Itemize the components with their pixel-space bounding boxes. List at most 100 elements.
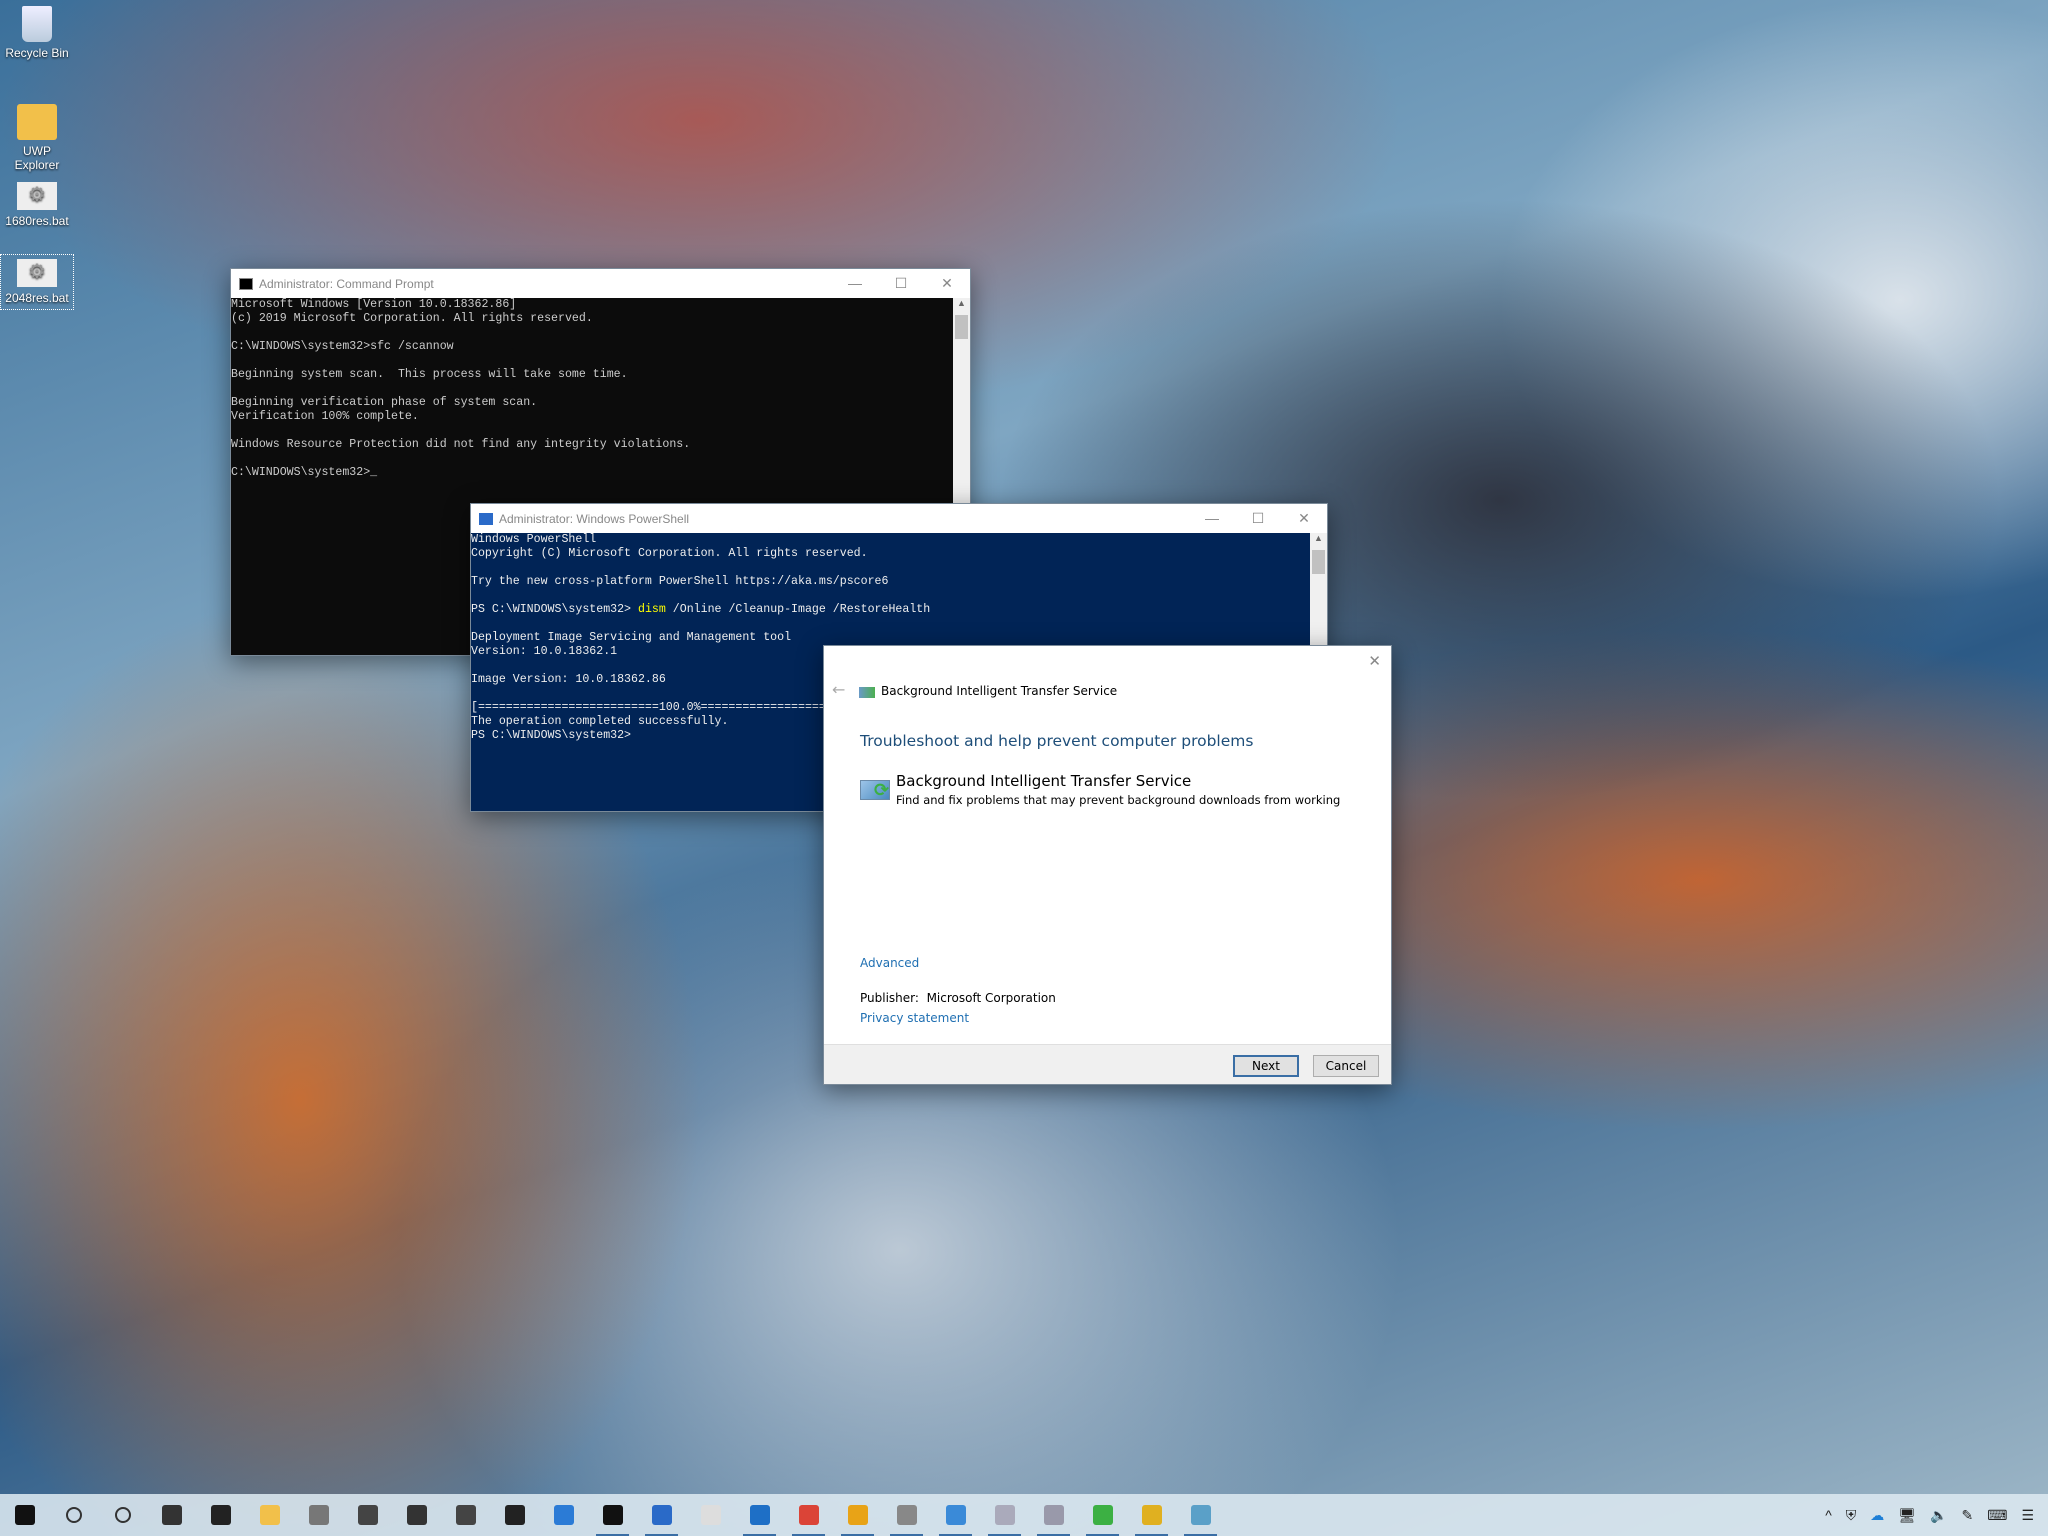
taskbar-store-button[interactable]: [196, 1494, 245, 1536]
taskbar-phone-button[interactable]: [343, 1494, 392, 1536]
maximize-button[interactable]: ☐: [878, 275, 924, 292]
console-line: Verification 100% complete.: [231, 410, 953, 424]
console-line: [471, 617, 1310, 631]
taskbar-defender-button[interactable]: [490, 1494, 539, 1536]
keyboard-icon[interactable]: ⌨: [1987, 1507, 2007, 1524]
app-blue-icon: [750, 1505, 770, 1525]
close-button[interactable]: ✕: [1281, 510, 1327, 527]
folder-icon: [17, 104, 57, 140]
taskbar-remote-desktop-button[interactable]: [931, 1494, 980, 1536]
image-viewer-icon: [995, 1505, 1015, 1525]
todo-icon: [554, 1505, 574, 1525]
console-line: Windows PowerShell: [471, 533, 1310, 547]
advanced-link[interactable]: Advanced: [860, 956, 919, 970]
desktop-icon-recycle-bin[interactable]: Recycle Bin: [0, 6, 74, 60]
console-line: Beginning system scan. This process will…: [231, 368, 953, 382]
taskbar-powershell-button[interactable]: [637, 1494, 686, 1536]
taskbar-troubleshooter-button[interactable]: [1176, 1494, 1225, 1536]
taskbar-app-blue-button[interactable]: [735, 1494, 784, 1536]
recycle-bin-icon: [22, 6, 52, 42]
chrome-icon: [799, 1505, 819, 1525]
privacy-statement-link[interactable]: Privacy statement: [860, 1011, 969, 1025]
volume-icon[interactable]: 🔈: [1930, 1507, 1947, 1524]
minimize-button[interactable]: —: [832, 275, 878, 292]
console-line: Microsoft Windows [Version 10.0.18362.86…: [231, 298, 953, 312]
console-line: [231, 452, 953, 466]
console-line: [471, 561, 1310, 575]
pen-icon[interactable]: ✎: [1961, 1507, 1973, 1524]
page-heading: Troubleshoot and help prevent computer p…: [860, 732, 1253, 750]
cmd-icon: [603, 1505, 623, 1525]
show-hidden-icons-chevron-icon[interactable]: ^: [1825, 1507, 1832, 1523]
snipping-icon: [897, 1505, 917, 1525]
file-explorer-icon: [260, 1505, 280, 1525]
taskbar-windows-start-button[interactable]: [0, 1494, 49, 1536]
camera-icon: [309, 1505, 329, 1525]
defender-tray-icon[interactable]: ⛨: [1846, 1507, 1857, 1524]
network-icon[interactable]: 🖥: [1898, 1507, 1916, 1524]
console-line: [231, 382, 953, 396]
taskbar-settings-button[interactable]: [441, 1494, 490, 1536]
batch-file-icon: ⚙: [17, 182, 57, 210]
close-button[interactable]: ✕: [924, 275, 970, 292]
action-center-icon[interactable]: ☰: [2021, 1507, 2034, 1524]
store-icon: [211, 1505, 231, 1525]
taskbar-search-button[interactable]: [49, 1494, 98, 1536]
next-button[interactable]: Next: [1233, 1055, 1299, 1077]
taskbar-clock-button[interactable]: [686, 1494, 735, 1536]
taskbar-chrome-button[interactable]: [784, 1494, 833, 1536]
desktop-icon-uwp-explorer[interactable]: UWP Explorer: [0, 104, 74, 172]
console-line: [231, 354, 953, 368]
desktop-icon-2048res[interactable]: ⚙2048res.bat: [0, 254, 74, 310]
console-line: Try the new cross-platform PowerShell ht…: [471, 575, 1310, 589]
cortana-icon: [115, 1507, 131, 1523]
cancel-button[interactable]: Cancel: [1313, 1055, 1379, 1077]
powershell-icon: [479, 513, 493, 525]
chrome-canary-icon: [848, 1505, 868, 1525]
taskbar: ^ ⛨ ☁ 🖥 🔈 ✎ ⌨ ☰: [0, 1494, 2048, 1536]
bits-icon: [859, 687, 875, 698]
console-line: [231, 424, 953, 438]
taskbar-image-viewer-button[interactable]: [980, 1494, 1029, 1536]
taskbar-cmd-button[interactable]: [588, 1494, 637, 1536]
ie-green-icon: [1093, 1505, 1113, 1525]
windows-start-icon: [15, 1505, 35, 1525]
onedrive-icon[interactable]: ☁: [1870, 1507, 1884, 1524]
taskbar-task-view-button[interactable]: [147, 1494, 196, 1536]
taskbar-services-button[interactable]: [1029, 1494, 1078, 1536]
clock-icon: [701, 1505, 721, 1525]
taskbar-cortana-button[interactable]: [98, 1494, 147, 1536]
remote-desktop-icon: [946, 1505, 966, 1525]
taskbar-file-explorer-button[interactable]: [245, 1494, 294, 1536]
powershell-icon: [652, 1505, 672, 1525]
dialog-footer: Next Cancel: [824, 1044, 1391, 1084]
search-icon: [66, 1507, 82, 1523]
troubleshooter-dialog[interactable]: ✕ ← Background Intelligent Transfer Serv…: [823, 645, 1392, 1085]
taskbar-ie-yellow-button[interactable]: [1127, 1494, 1176, 1536]
title-bar[interactable]: Administrator: Command Prompt —☐✕: [231, 269, 970, 298]
ie-yellow-icon: [1142, 1505, 1162, 1525]
console-line: Copyright (C) Microsoft Corporation. All…: [471, 547, 1310, 561]
system-tray: ^ ⛨ ☁ 🖥 🔈 ✎ ⌨ ☰: [1825, 1507, 2048, 1524]
settings-icon: [456, 1505, 476, 1525]
taskbar-chrome-canary-button[interactable]: [833, 1494, 882, 1536]
console-line: [231, 326, 953, 340]
back-arrow-icon[interactable]: ←: [832, 680, 845, 699]
console-line: Deployment Image Servicing and Managemen…: [471, 631, 1310, 645]
taskbar-ie-green-button[interactable]: [1078, 1494, 1127, 1536]
console-line: (c) 2019 Microsoft Corporation. All righ…: [231, 312, 953, 326]
taskbar-todo-button[interactable]: [539, 1494, 588, 1536]
sync-arrows-icon: ⟳: [874, 780, 889, 801]
title-bar[interactable]: Administrator: Windows PowerShell —☐✕: [471, 504, 1327, 533]
taskbar-photos-button[interactable]: [392, 1494, 441, 1536]
desktop-icon-1680res[interactable]: ⚙1680res.bat: [0, 182, 74, 228]
phone-icon: [358, 1505, 378, 1525]
minimize-button[interactable]: —: [1189, 510, 1235, 527]
services-icon: [1044, 1505, 1064, 1525]
cmd-icon: [239, 278, 253, 290]
maximize-button[interactable]: ☐: [1235, 510, 1281, 527]
taskbar-camera-button[interactable]: [294, 1494, 343, 1536]
console-line: Windows Resource Protection did not find…: [231, 438, 953, 452]
close-button[interactable]: ✕: [1368, 652, 1381, 670]
taskbar-snipping-button[interactable]: [882, 1494, 931, 1536]
